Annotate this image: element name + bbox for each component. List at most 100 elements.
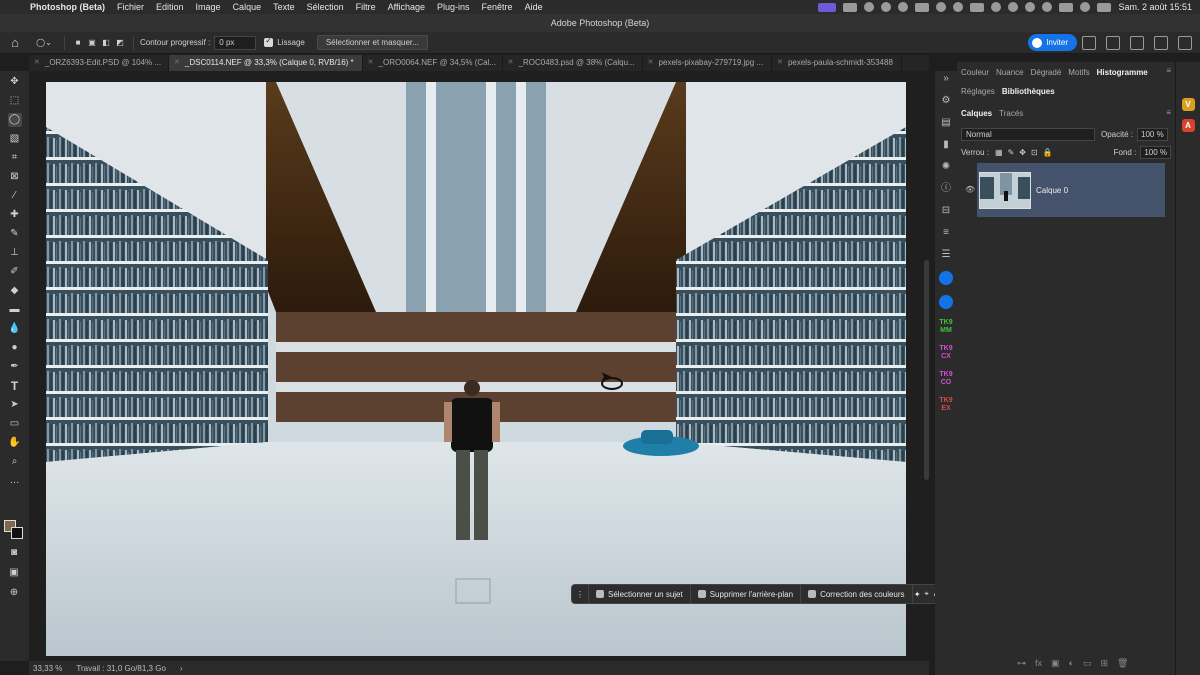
marquee-tool-icon[interactable]: ⬚ [8, 94, 22, 108]
menu-texte[interactable]: Texte [267, 2, 301, 12]
tab-document[interactable]: ✕ pexels-paula-schmidt-353488 [772, 55, 902, 71]
mask-icon[interactable]: ▣ [1051, 658, 1060, 669]
gear-icon[interactable]: ⚙ [940, 95, 952, 107]
menu-calque[interactable]: Calque [227, 2, 268, 12]
tab-document[interactable]: ✕ _ORO0064.NEF @ 34,5% (Cal... [363, 55, 503, 71]
document-image[interactable] [46, 82, 906, 656]
zoom-level[interactable]: 33,33 % [33, 664, 62, 673]
tk9-co-icon[interactable]: TK9 CO [935, 371, 957, 387]
sliders-icon[interactable]: ☰ [940, 249, 952, 261]
trash-icon[interactable]: 🗑 [1117, 658, 1128, 669]
link-icon[interactable]: ⊶ [1017, 658, 1026, 669]
smoothing-checkbox[interactable] [264, 36, 274, 47]
menu-affichage[interactable]: Affichage [382, 2, 431, 12]
tk9-mm-icon[interactable]: TK9 MM [935, 319, 957, 335]
menu-filtre[interactable]: Filtre [350, 2, 382, 12]
search-icon[interactable] [1106, 35, 1120, 50]
blur-tool-icon[interactable]: 💧 [8, 322, 22, 336]
close-icon[interactable]: ✕ [508, 55, 514, 71]
path-select-tool-icon[interactable]: ➤ [8, 398, 22, 412]
panels-icon[interactable] [1178, 35, 1192, 50]
more-tools-icon[interactable]: … [8, 474, 22, 488]
feather-input[interactable]: 0 px [214, 35, 257, 50]
generative-icon[interactable]: ⊕ [7, 586, 21, 600]
move-tool-icon[interactable]: ✥ [8, 75, 22, 89]
home-icon[interactable]: ⌂ [0, 35, 30, 51]
lasso-tool-icon[interactable]: ◯ [7, 113, 22, 127]
search-icon[interactable] [1080, 2, 1091, 12]
plugin-blue-icon[interactable] [939, 271, 953, 285]
workspace-icon[interactable] [1130, 35, 1144, 50]
new-layer-icon[interactable]: ⊞ [1100, 658, 1108, 669]
eraser-tool-icon[interactable]: ◆ [8, 284, 22, 298]
taskbar-grip-icon[interactable]: ⋮ [572, 585, 589, 603]
blend-mode-select[interactable]: Normal [961, 127, 1095, 141]
transform-icon[interactable]: ⌖ [922, 589, 931, 599]
work-info[interactable]: Travail : 31,0 Go/81,3 Go [76, 664, 166, 673]
invite-button[interactable]: Inviter [1028, 34, 1077, 51]
collapse-icon[interactable]: » [940, 73, 952, 85]
adjustment-layer-icon[interactable]: ◐ [1069, 658, 1074, 669]
type-tool-icon[interactable]: T [8, 379, 22, 393]
group-icon[interactable]: ▭ [1083, 658, 1092, 669]
select-and-mask-button[interactable]: Sélectionner et masquer... [316, 35, 428, 50]
brush-tool-icon[interactable]: ✎ [8, 227, 22, 241]
plugin-badge-v-icon[interactable]: V [1181, 98, 1195, 111]
screen-recorder-icon[interactable] [818, 2, 837, 12]
fill-input[interactable]: 100 % [1140, 145, 1171, 159]
panel-menu-icon[interactable]: ≡ [1166, 108, 1171, 117]
tab-document[interactable]: ✕ _ROC0483.psd @ 38% (Calqu... [503, 55, 643, 71]
pen-tool-icon[interactable]: ✒ [8, 360, 22, 374]
tab-motifs[interactable]: Motifs [1068, 68, 1089, 77]
tab-degrade[interactable]: Dégradé [1031, 68, 1062, 77]
tab-calques[interactable]: Calques [961, 109, 992, 118]
menu-plugins[interactable]: Plug-ins [431, 2, 476, 12]
nvidia-icon[interactable] [970, 2, 985, 12]
layer-name[interactable]: Calque 0 [1036, 186, 1068, 195]
wifi-icon[interactable] [1059, 2, 1074, 12]
clock-icon[interactable] [1025, 2, 1036, 12]
properties-icon[interactable]: ⊟ [940, 205, 952, 217]
stamp-tool-icon[interactable]: ⊥ [8, 246, 22, 260]
tab-document[interactable]: ✕ _ORZ6393-Edit.PSD @ 104% ... [29, 55, 169, 71]
eyedropper-tool-icon[interactable]: ⁄ [8, 189, 22, 203]
add-selection-icon[interactable]: ▣ [85, 35, 99, 51]
info-icon[interactable] [1008, 2, 1019, 12]
sync-icon[interactable] [991, 2, 1002, 12]
menu-fenetre[interactable]: Fenêtre [476, 2, 519, 12]
tab-document-active[interactable]: ✕ _DSC0114.NEF @ 33,3% (Calque 0, RVB/16)… [169, 55, 363, 71]
lasso-preset-icon[interactable]: ◯⌄ [30, 35, 58, 51]
lock-icons[interactable]: ▦✎✥⊡🔒 [995, 148, 1058, 157]
tab-bibliotheques[interactable]: Bibliothèques [1002, 87, 1055, 96]
app-menu[interactable]: Photoshop (Beta) [24, 2, 111, 12]
healing-tool-icon[interactable]: ✚ [8, 208, 22, 222]
menu-fichier[interactable]: Fichier [111, 2, 150, 12]
gradient-tool-icon[interactable]: ▬ [8, 303, 22, 317]
zoom-tool-icon[interactable]: ⌕ [8, 455, 22, 469]
chevron-right-icon[interactable]: › [180, 664, 183, 673]
tab-document[interactable]: ✕ pexels-pixabay-279719.jpg ... [643, 55, 773, 71]
crop-tool-icon[interactable]: ⌗ [8, 151, 22, 165]
color-correction-button[interactable]: Correction des couleurs [801, 585, 913, 603]
tab-traces[interactable]: Tracés [999, 109, 1023, 118]
tab-nuance[interactable]: Nuance [996, 68, 1024, 77]
hand-tool-icon[interactable]: ✋ [8, 436, 22, 450]
select-subject-button[interactable]: Sélectionner un sujet [589, 585, 691, 603]
info-icon[interactable]: ⓘ [940, 183, 952, 195]
brush-settings-icon[interactable]: ✺ [940, 161, 952, 173]
panel-menu-icon[interactable]: ≡ [1166, 66, 1171, 75]
fx-icon[interactable]: fx [1035, 658, 1042, 669]
share-icon[interactable] [1082, 35, 1096, 50]
chat-icon[interactable] [881, 2, 892, 12]
eye-icon[interactable]: 👁 [965, 185, 975, 194]
camera-icon[interactable] [843, 2, 858, 12]
vertical-scrollbar[interactable] [924, 260, 929, 480]
menu-image[interactable]: Image [190, 2, 227, 12]
timer-icon[interactable] [864, 2, 875, 12]
dropbox-icon[interactable] [898, 2, 909, 12]
tab-histogramme[interactable]: Histogramme [1097, 68, 1148, 77]
canvas-area[interactable]: ➤ [29, 71, 929, 661]
close-icon[interactable]: ✕ [648, 55, 654, 71]
comment-bubble-icon[interactable]: ▮ [940, 139, 952, 151]
frame-tool-icon[interactable]: ⊠ [8, 170, 22, 184]
